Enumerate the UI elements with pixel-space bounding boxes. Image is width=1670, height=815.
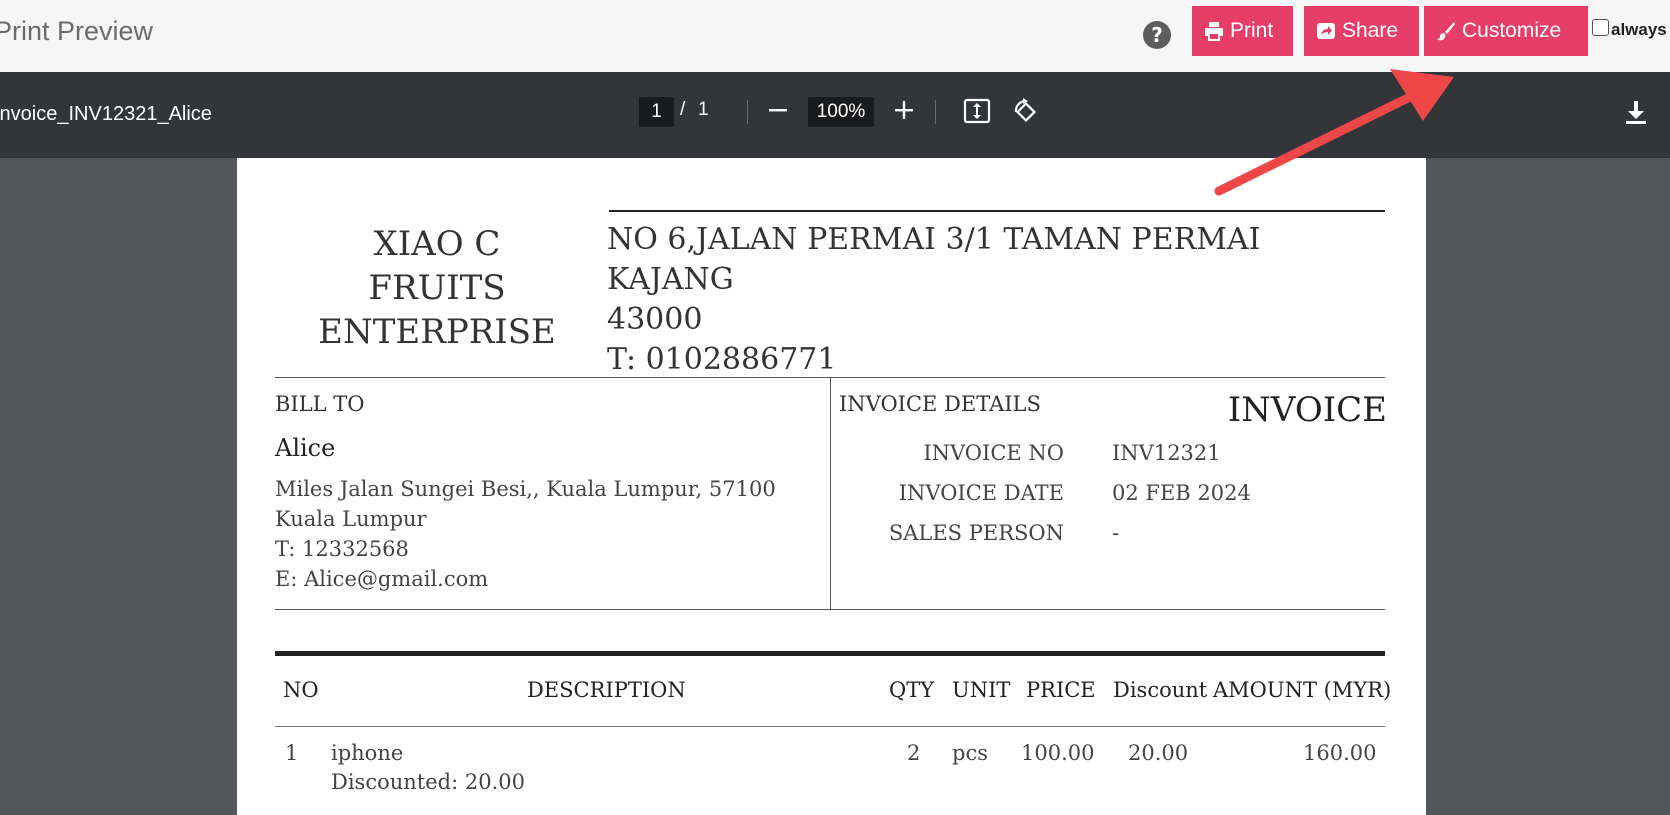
page-separator: / xyxy=(680,99,686,120)
always-option[interactable]: always xyxy=(1592,18,1667,40)
divider xyxy=(830,377,831,610)
paintbrush-icon xyxy=(1437,22,1455,41)
always-label: always xyxy=(1611,20,1667,39)
company-address: NO 6,JALAN PERMAI 3/1 TAMAN PERMAI KAJAN… xyxy=(607,220,1387,380)
column-header: QTY xyxy=(889,678,935,702)
divider xyxy=(275,609,1385,610)
address-line-2: 43000 xyxy=(607,302,703,337)
customize-label: Customize xyxy=(1462,19,1562,42)
invoice-page: XIAO C FRUITS ENTERPRISE NO 6,JALAN PERM… xyxy=(237,158,1426,815)
file-name: Invoice_INV12321_Alice xyxy=(0,103,212,125)
row-qty: 2 xyxy=(907,741,921,765)
detail-value: INV12321 xyxy=(1112,441,1221,465)
zoom-input[interactable]: 100% xyxy=(808,97,874,127)
page-number-input[interactable]: 1 xyxy=(639,97,674,127)
minus-icon[interactable] xyxy=(766,98,790,122)
share-button[interactable]: Share xyxy=(1304,6,1419,56)
detail-key: SALES PERSON xyxy=(888,521,1064,545)
toolbar-divider xyxy=(935,100,936,124)
printer-icon xyxy=(1205,22,1223,41)
always-checkbox[interactable] xyxy=(1592,18,1609,36)
customer-contact: Miles Jalan Sungei Besi,, Kuala Lumpur, … xyxy=(275,474,825,594)
detail-key: INVOICE DATE xyxy=(898,481,1064,505)
detail-value: - xyxy=(1112,521,1120,545)
print-button[interactable]: Print xyxy=(1192,6,1293,56)
customer-name: Alice xyxy=(275,434,336,462)
detail-value: 02 FEB 2024 xyxy=(1112,481,1251,505)
question-circle-icon[interactable]: ? xyxy=(1143,21,1171,49)
top-header: Print Preview ? Print Share Customize al… xyxy=(0,0,1670,72)
row-discount: 20.00 xyxy=(1128,741,1189,765)
share-icon xyxy=(1317,23,1335,39)
page-total: 1 xyxy=(698,99,709,120)
table-header-rule xyxy=(275,726,1385,727)
detail-key: INVOICE NO xyxy=(923,441,1064,465)
row-amount: 160.00 xyxy=(1303,741,1377,765)
page-title: Print Preview xyxy=(0,16,154,46)
customer-phone: T: 12332568 xyxy=(275,537,409,561)
share-label: Share xyxy=(1342,19,1399,42)
column-header: UNIT xyxy=(952,678,1011,702)
column-header: DESCRIPTION xyxy=(527,678,686,702)
rotate-icon[interactable] xyxy=(1010,96,1040,126)
company-phone: T: 0102886771 xyxy=(607,342,837,377)
print-label: Print xyxy=(1230,19,1274,42)
row-unit: pcs xyxy=(952,741,988,765)
download-icon[interactable] xyxy=(1622,98,1650,126)
row-description: iphone xyxy=(331,741,404,765)
invoice-heading: INVOICE xyxy=(1227,390,1387,430)
bill-to-label: BILL TO xyxy=(275,392,365,416)
row-price: 100.00 xyxy=(1021,741,1095,765)
row-no: 1 xyxy=(285,741,299,765)
toolbar-divider xyxy=(747,100,748,124)
header-rule xyxy=(609,210,1385,212)
address-line-1: NO 6,JALAN PERMAI 3/1 TAMAN PERMAI KAJAN… xyxy=(607,222,1261,297)
customer-address: Miles Jalan Sungei Besi,, Kuala Lumpur, … xyxy=(275,477,776,531)
row-note: Discounted: 20.00 xyxy=(331,770,525,794)
customer-email: E: Alice@gmail.com xyxy=(275,567,489,591)
column-header: Discount xyxy=(1113,678,1208,702)
column-header: PRICE xyxy=(1026,678,1096,702)
company-name: XIAO C FRUITS ENTERPRISE xyxy=(318,224,556,352)
pdf-toolbar: Invoice_INV12321_Alice 1 / 1 100% xyxy=(0,72,1670,158)
column-header: AMOUNT (MYR) xyxy=(1213,678,1392,702)
invoice-details-label: INVOICE DETAILS xyxy=(839,392,1041,416)
column-header: NO xyxy=(283,678,319,702)
customize-button[interactable]: Customize xyxy=(1424,6,1588,56)
fit-page-icon[interactable] xyxy=(963,98,991,124)
plus-icon[interactable] xyxy=(892,98,916,122)
table-top-rule xyxy=(275,651,1385,656)
